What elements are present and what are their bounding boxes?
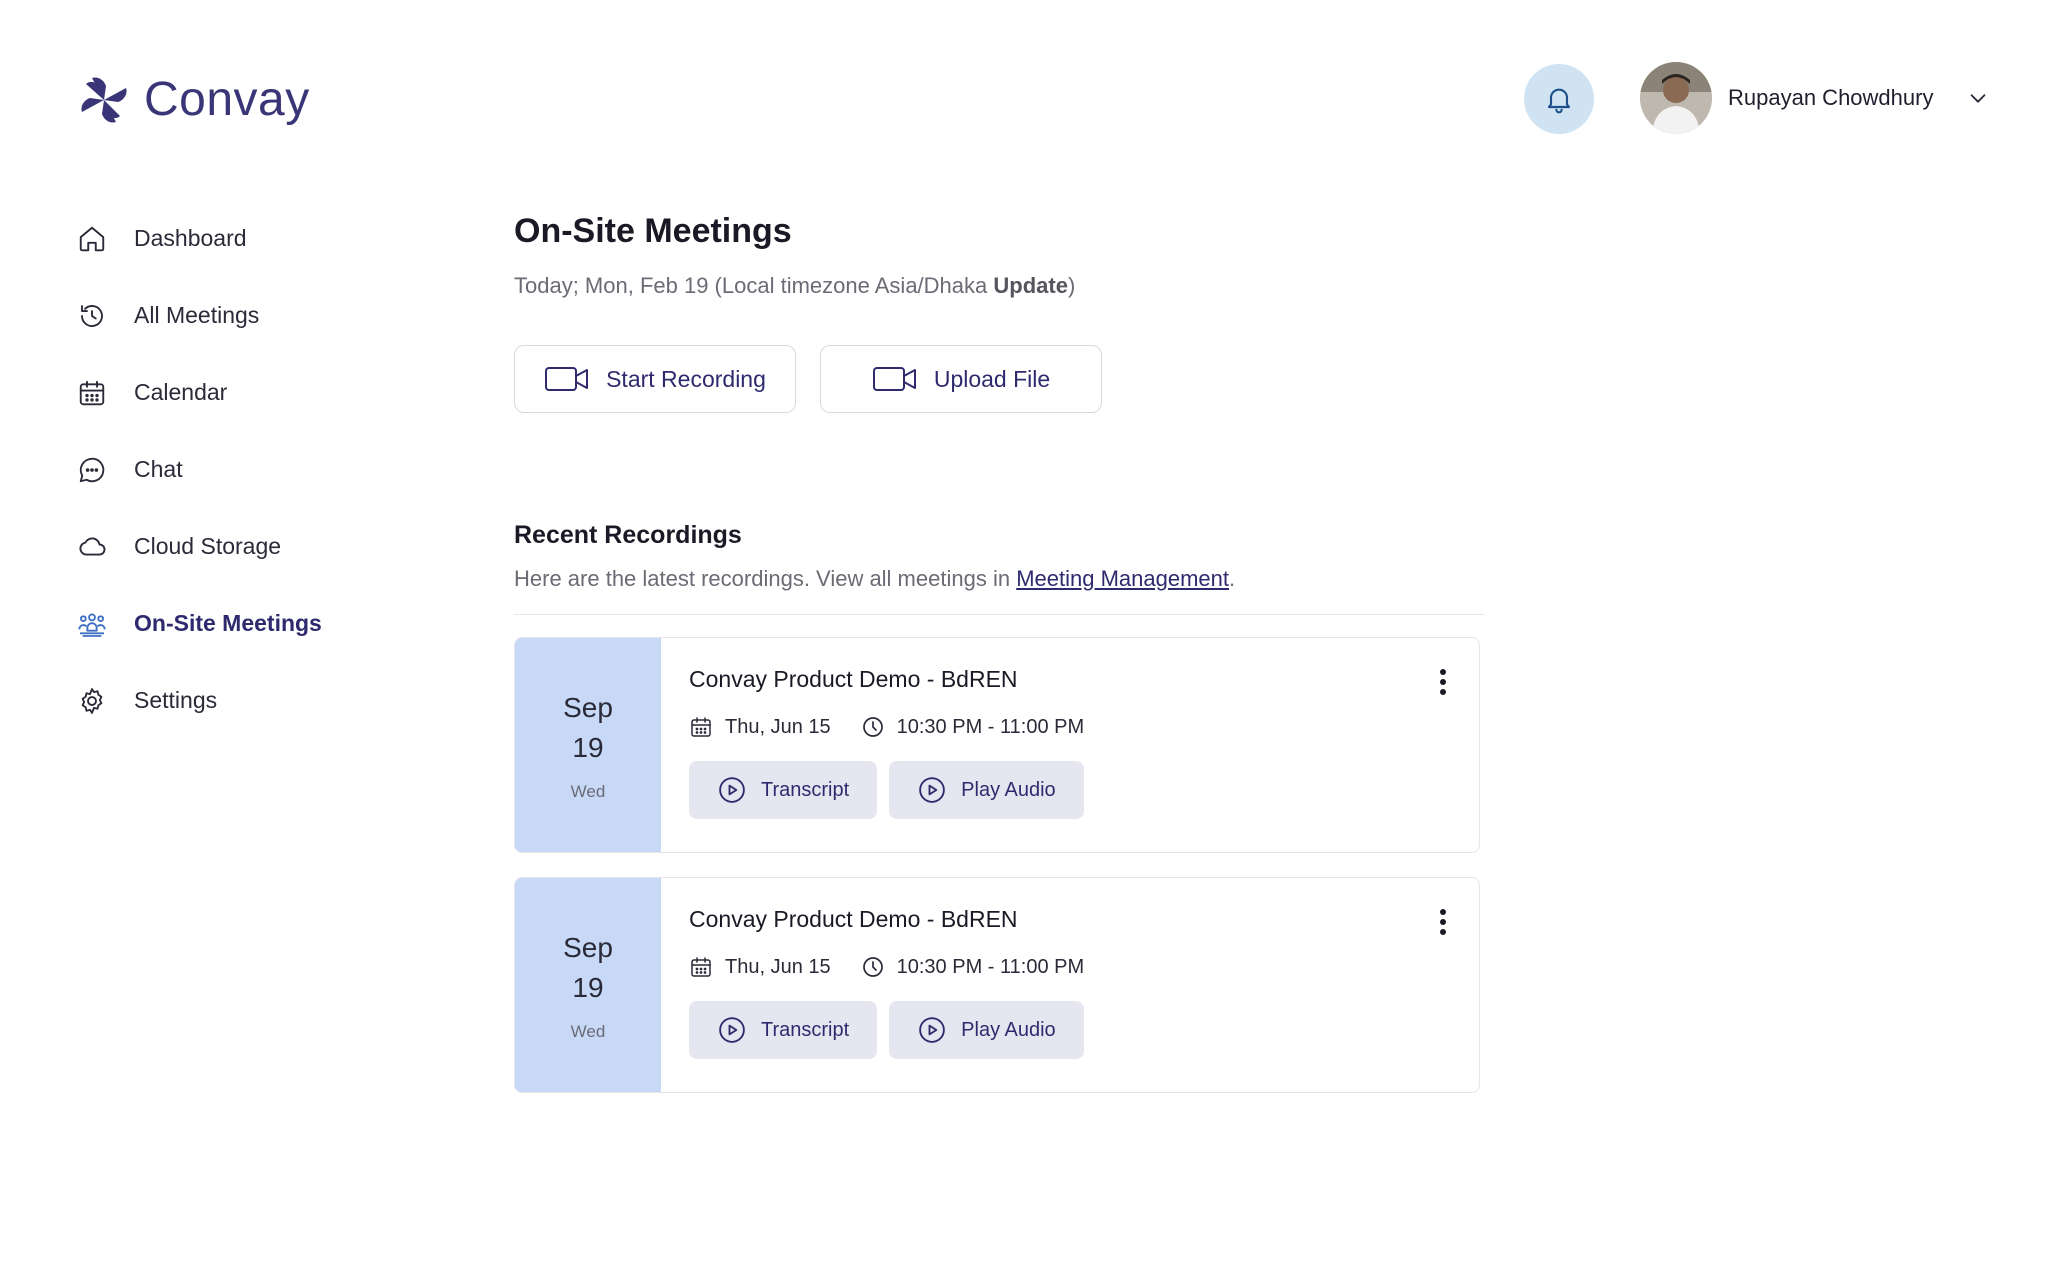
video-camera-icon <box>545 367 589 391</box>
sidebar-item-label: Chat <box>134 456 183 482</box>
convay-logo-icon <box>81 76 127 123</box>
page-title: On-Site Meetings <box>514 212 792 250</box>
chevron-down-icon[interactable] <box>1967 87 1989 109</box>
recording-time-text: 10:30 PM - 11:00 PM <box>896 715 1085 738</box>
logo-text: Convay <box>144 73 310 126</box>
user-menu[interactable]: Rupayan Chowdhury <box>1640 62 1989 134</box>
recording-meta: Thu, Jun 15 10:30 PM - 11:00 PM <box>689 955 1451 979</box>
play-audio-button[interactable]: Play Audio <box>889 761 1084 819</box>
calendar-icon <box>76 377 108 409</box>
recording-date-text: Thu, Jun 15 <box>725 715 831 738</box>
recording-card[interactable]: Sep 19 Wed Convay Product Demo - BdREN T… <box>514 877 1480 1093</box>
group-icon <box>76 608 108 640</box>
date-weekday: Wed <box>570 1022 606 1041</box>
transcript-label: Transcript <box>761 778 850 801</box>
play-audio-label: Play Audio <box>961 778 1056 801</box>
chat-icon <box>76 454 108 486</box>
history-icon <box>76 300 108 332</box>
recording-date: Thu, Jun 15 <box>689 955 831 979</box>
app-logo[interactable]: Convay <box>78 72 310 127</box>
recording-date: Thu, Jun 15 <box>689 715 831 739</box>
video-camera-icon <box>872 367 916 391</box>
play-audio-label: Play Audio <box>961 1018 1056 1041</box>
recording-time: 10:30 PM - 11:00 PM <box>861 715 1085 739</box>
user-name: Rupayan Chowdhury <box>1728 85 1934 110</box>
subtitle-text: Today; Mon, Feb 19 (Local timezone Asia/… <box>514 273 994 298</box>
action-buttons: Start Recording Upload File <box>514 345 1484 413</box>
recording-meta: Thu, Jun 15 10:30 PM - 11:00 PM <box>689 715 1451 739</box>
transcript-button[interactable]: Transcript <box>689 1001 878 1059</box>
sidebar-item-calendar[interactable]: Calendar <box>76 354 436 431</box>
recording-date-text: Thu, Jun 15 <box>725 955 831 978</box>
recent-recordings-title: Recent Recordings <box>514 521 742 549</box>
subtitle-suffix: ) <box>1067 273 1076 298</box>
date-block: Sep 19 Wed <box>515 878 661 1092</box>
play-circle-icon <box>719 777 745 803</box>
cloud-icon <box>76 531 108 563</box>
upload-file-button[interactable]: Upload File <box>820 345 1102 413</box>
date-day: 19 <box>572 732 604 763</box>
sidebar-item-settings[interactable]: Settings <box>76 662 436 739</box>
date-weekday: Wed <box>570 782 606 801</box>
date-month: Sep <box>563 692 613 723</box>
notification-button[interactable] <box>1524 64 1594 134</box>
sidebar-item-label: All Meetings <box>134 302 260 328</box>
sidebar-item-chat[interactable]: Chat <box>76 431 436 508</box>
bell-icon <box>1547 88 1571 114</box>
card-body: Convay Product Demo - BdREN Thu, Jun 15 … <box>661 878 1479 1092</box>
start-recording-button[interactable]: Start Recording <box>514 345 796 413</box>
gear-icon <box>76 685 108 717</box>
card-actions: Transcript Play Audio <box>689 1001 1451 1059</box>
sidebar-item-all-meetings[interactable]: All Meetings <box>76 277 436 354</box>
date-month: Sep <box>563 932 613 963</box>
sidebar-item-dashboard[interactable]: Dashboard <box>76 200 436 277</box>
transcript-button[interactable]: Transcript <box>689 761 878 819</box>
page-subtitle: Today; Mon, Feb 19 (Local timezone Asia/… <box>514 273 1484 299</box>
date-block: Sep 19 Wed <box>515 638 661 852</box>
recording-card[interactable]: Sep 19 Wed Convay Product Demo - BdREN T… <box>514 637 1480 853</box>
update-timezone-link[interactable]: Update <box>993 273 1068 298</box>
start-recording-label: Start Recording <box>606 365 766 392</box>
clock-icon <box>862 717 883 737</box>
meeting-management-link[interactable]: Meeting Management <box>1016 566 1229 591</box>
sidebar-item-on-site-meetings[interactable]: On-Site Meetings <box>76 585 436 662</box>
play-circle-icon <box>919 1017 945 1043</box>
recording-title: Convay Product Demo - BdREN <box>689 906 1018 932</box>
calendar-icon <box>691 957 711 977</box>
calendar-icon <box>691 717 711 737</box>
clock-icon <box>862 957 883 977</box>
description-suffix: . <box>1228 566 1236 591</box>
recording-time-text: 10:30 PM - 11:00 PM <box>896 955 1085 978</box>
sidebar: Dashboard All Meetings Calendar Chat Clo… <box>76 200 436 739</box>
main-content: On-Site Meetings Today; Mon, Feb 19 (Loc… <box>514 212 1484 1093</box>
more-options-icon[interactable] <box>1431 666 1455 698</box>
sidebar-item-label: Dashboard <box>134 225 247 251</box>
avatar <box>1640 62 1712 134</box>
play-audio-button[interactable]: Play Audio <box>889 1001 1084 1059</box>
date-day: 19 <box>572 972 604 1003</box>
recording-time: 10:30 PM - 11:00 PM <box>861 955 1085 979</box>
sidebar-item-label: Settings <box>134 687 218 713</box>
description-text: Here are the latest recordings. View all… <box>514 566 1017 591</box>
sidebar-item-label: On-Site Meetings <box>134 610 322 636</box>
home-icon <box>76 223 108 255</box>
sidebar-item-cloud-storage[interactable]: Cloud Storage <box>76 508 436 585</box>
play-circle-icon <box>719 1017 745 1043</box>
recent-recordings-description: Here are the latest recordings. View all… <box>514 566 1484 615</box>
more-options-icon[interactable] <box>1431 906 1455 938</box>
upload-file-label: Upload File <box>933 365 1051 392</box>
sidebar-item-label: Cloud Storage <box>134 533 282 559</box>
card-actions: Transcript Play Audio <box>689 761 1451 819</box>
recording-title: Convay Product Demo - BdREN <box>689 666 1018 692</box>
play-circle-icon <box>919 777 945 803</box>
transcript-label: Transcript <box>761 1018 850 1041</box>
sidebar-item-label: Calendar <box>134 379 228 405</box>
card-body: Convay Product Demo - BdREN Thu, Jun 15 … <box>661 638 1479 852</box>
